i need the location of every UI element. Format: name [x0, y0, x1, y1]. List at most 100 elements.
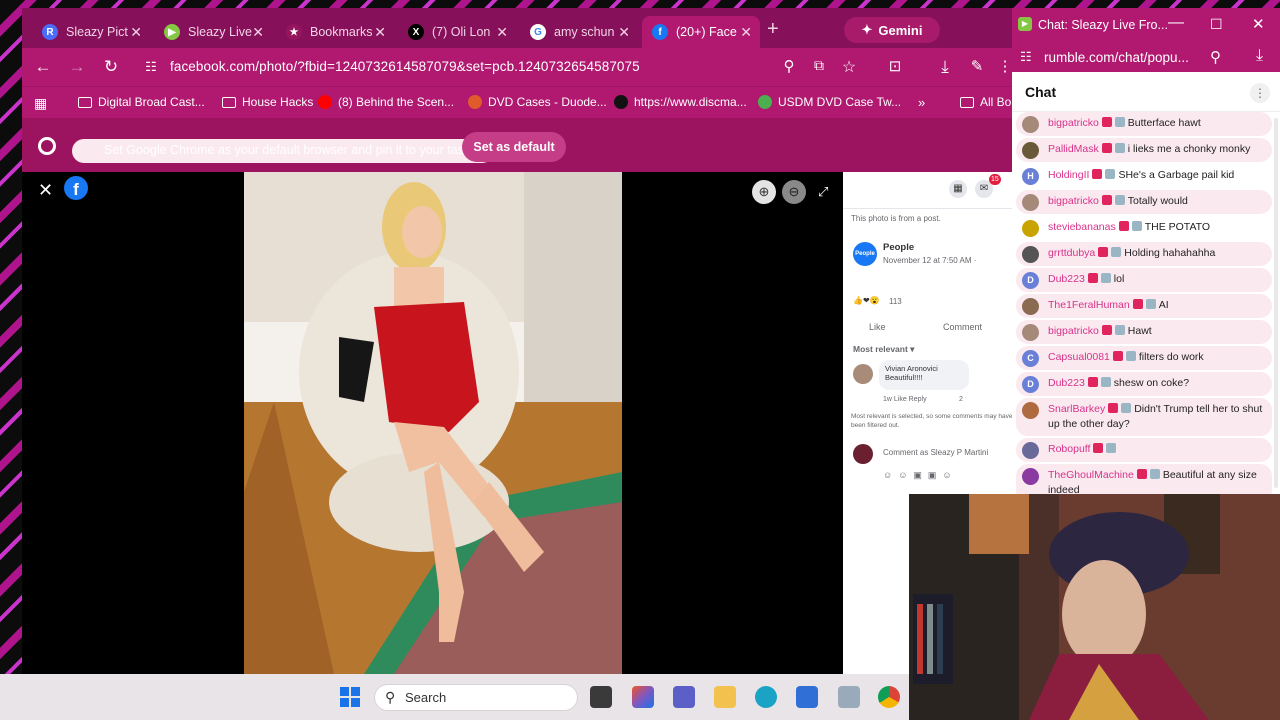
bookmark-star-icon[interactable]: ☆	[838, 57, 860, 77]
user-avatar[interactable]: D	[1022, 272, 1039, 289]
post-time[interactable]: November 12 at 7:50 AM ·	[883, 256, 976, 265]
chat-username[interactable]: Robopuff	[1048, 443, 1090, 455]
tab-0[interactable]: R Sleazy Pict ✕	[32, 16, 150, 48]
chat-username[interactable]: bigpatricko	[1048, 325, 1099, 337]
page-avatar[interactable]: People	[853, 242, 877, 266]
user-avatar[interactable]	[1022, 402, 1039, 419]
user-avatar[interactable]	[1022, 116, 1039, 133]
chat-username[interactable]: The1FeralHuman	[1048, 299, 1130, 311]
chat-username[interactable]: HoldingII	[1048, 169, 1089, 181]
user-avatar[interactable]: D	[1022, 376, 1039, 393]
bookmark-item[interactable]: USDM DVD Case Tw...	[758, 95, 901, 109]
extensions-icon[interactable]: ✎	[966, 57, 988, 75]
zoom-out-icon[interactable]: ⊖	[782, 180, 806, 204]
new-tab-icon[interactable]: +	[767, 18, 779, 41]
chat-username[interactable]: steviebananas	[1048, 221, 1116, 233]
chat-username[interactable]: grrttdubya	[1048, 247, 1095, 259]
tab-close-icon[interactable]: ✕	[130, 24, 142, 41]
close-window-icon[interactable]: ✕	[1252, 15, 1265, 33]
tab-5[interactable]: f (20+) Face ✕	[642, 16, 760, 48]
user-avatar[interactable]	[1022, 194, 1039, 211]
tab-close-icon[interactable]: ✕	[252, 24, 264, 41]
fb-menu-icon[interactable]: ▦	[949, 180, 967, 198]
reload-icon[interactable]: ↻	[100, 57, 122, 77]
chat-username[interactable]: Dub223	[1048, 377, 1085, 389]
commenter-name[interactable]: Vivian Aronovici	[885, 364, 963, 373]
zoom-icon[interactable]: ⚲	[778, 57, 800, 75]
gemini-button[interactable]: ✦ Gemini	[844, 17, 940, 43]
reactions-icon[interactable]: 👍❤😮	[853, 296, 880, 305]
task-view-icon[interactable]	[590, 686, 612, 708]
bookmark-item[interactable]: House Hacks	[222, 95, 313, 109]
store-icon[interactable]	[796, 686, 818, 708]
user-avatar[interactable]	[1022, 324, 1039, 341]
bookmark-item[interactable]: https://www.discma...	[614, 95, 747, 109]
comment-button[interactable]: Comment	[943, 322, 982, 332]
chrome-taskbar-icon[interactable]	[878, 686, 900, 708]
chat-username[interactable]: Dub223	[1048, 273, 1085, 285]
app-icon[interactable]	[838, 686, 860, 708]
user-avatar[interactable]	[1022, 298, 1039, 315]
bookmark-item[interactable]: (8) Behind the Scen...	[318, 95, 454, 109]
page-name[interactable]: People	[883, 242, 914, 253]
download-icon[interactable]: ⤓	[934, 57, 956, 77]
tab-2[interactable]: ★ Bookmarks ✕	[276, 16, 394, 48]
chat-username[interactable]: Capsual0081	[1048, 351, 1110, 363]
cast-icon[interactable]: ⧉	[808, 57, 830, 74]
minimize-icon[interactable]: —	[1168, 14, 1184, 32]
tab-close-icon[interactable]: ✕	[618, 24, 630, 41]
facebook-logo-icon[interactable]: f	[64, 176, 88, 200]
taskbar-search[interactable]: ⚲ Search	[374, 684, 578, 711]
bookmark-item[interactable]: Digital Broad Cast...	[78, 95, 205, 109]
user-avatar[interactable]: H	[1022, 168, 1039, 185]
forward-icon[interactable]: →	[66, 57, 88, 77]
commenter-avatar[interactable]	[853, 364, 873, 384]
tab-close-icon[interactable]: ✕	[496, 24, 508, 41]
tab-1[interactable]: ▶ Sleazy Live ✕	[154, 16, 272, 48]
comment-tools-icon[interactable]: ☺☺▣▣☺	[883, 470, 958, 481]
comment-meta[interactable]: 1w Like Reply	[883, 396, 927, 403]
user-avatar[interactable]	[1022, 142, 1039, 159]
tab-4[interactable]: Gamy schun ✕	[520, 16, 638, 48]
chat-username[interactable]: PallidMask	[1048, 143, 1099, 155]
tab-search-icon[interactable]: ⊡	[884, 57, 906, 75]
sort-comments[interactable]: Most relevant ▾	[853, 344, 914, 355]
user-avatar[interactable]	[1022, 468, 1039, 485]
teams-icon[interactable]	[673, 686, 695, 708]
like-button[interactable]: Like	[869, 322, 886, 332]
user-avatar[interactable]	[1022, 442, 1039, 459]
back-icon[interactable]: ←	[32, 57, 54, 77]
user-avatar[interactable]: C	[1022, 350, 1039, 367]
close-icon[interactable]: ✕	[38, 180, 53, 201]
edge-icon[interactable]	[755, 686, 777, 708]
comment-input[interactable]: Comment as Sleazy P Martini	[883, 448, 988, 457]
chat-options-icon[interactable]: ⋮	[1250, 83, 1270, 103]
chat-scrollbar[interactable]	[1274, 118, 1278, 488]
chat-url[interactable]: rumble.com/chat/popu...	[1044, 50, 1189, 65]
chat-username[interactable]: bigpatricko	[1048, 195, 1099, 207]
apps-grid-icon[interactable]: ▦	[34, 95, 47, 112]
reaction-count[interactable]: 113	[889, 297, 902, 306]
set-as-default-button[interactable]: Set as default	[462, 132, 566, 162]
site-info-icon[interactable]: ☷	[140, 59, 162, 75]
chat-username[interactable]: SnarlBarkey	[1048, 403, 1105, 415]
zoom-icon[interactable]: ⚲	[1210, 48, 1221, 66]
maximize-icon[interactable]: ☐	[1210, 16, 1223, 33]
user-avatar[interactable]	[1022, 246, 1039, 263]
copilot-icon[interactable]	[632, 686, 654, 708]
chat-username[interactable]: TheGhoulMachine	[1048, 469, 1134, 481]
bookmark-item[interactable]: DVD Cases - Duode...	[468, 95, 607, 109]
tab-3[interactable]: X (7) Oli Lon ✕	[398, 16, 516, 48]
file-explorer-icon[interactable]	[714, 686, 736, 708]
comment-reacts[interactable]: 2	[959, 396, 963, 403]
windows-start-icon[interactable]	[340, 687, 360, 707]
tab-close-icon[interactable]: ✕	[740, 24, 752, 41]
download-icon[interactable]: ⤓	[1256, 47, 1263, 65]
more-bookmarks-icon[interactable]: »	[918, 95, 925, 110]
site-info-icon[interactable]: ☷	[1020, 49, 1032, 65]
zoom-in-icon[interactable]: ⊕	[752, 180, 776, 204]
chat-username[interactable]: bigpatricko	[1048, 117, 1099, 129]
bookmark-item[interactable]: All Bo	[960, 95, 1011, 109]
fullscreen-icon[interactable]: ⤢	[818, 184, 828, 200]
tab-close-icon[interactable]: ✕	[374, 24, 386, 41]
